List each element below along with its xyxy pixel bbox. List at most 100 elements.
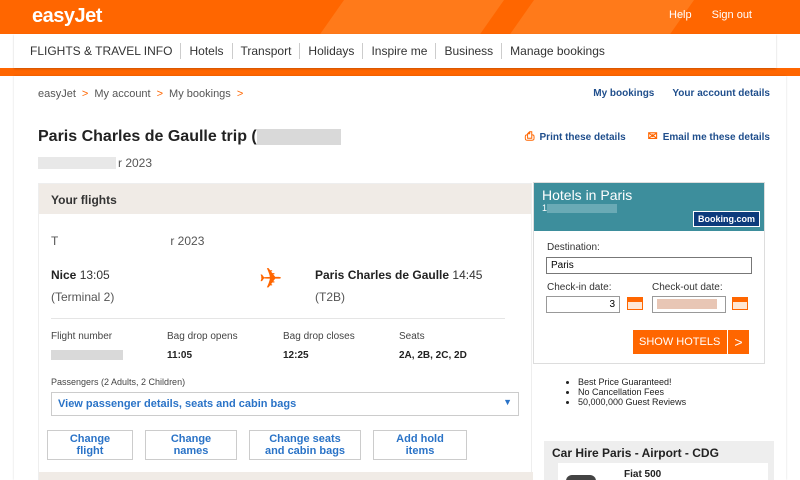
redacted-flight-number bbox=[51, 350, 123, 361]
departure-city: Nice bbox=[51, 268, 77, 282]
flights-heading: Your flights bbox=[39, 184, 531, 214]
departure: Nice 13:05 bbox=[51, 268, 110, 282]
breadcrumb: easyJet > My account > My bookings > bbox=[38, 88, 243, 100]
redacted-checkout-date bbox=[657, 299, 717, 310]
header-links: Help Sign out bbox=[669, 9, 752, 21]
nav-business[interactable]: Business bbox=[436, 43, 503, 59]
seats-col: Seats 2A, 2B, 2C, 2D bbox=[399, 331, 515, 362]
car-hire-title: Car Hire Paris - Airport - CDG bbox=[552, 446, 719, 460]
booking-actions: Change flight Change names Change seats … bbox=[47, 430, 467, 460]
flights-panel: Your flights T r 2023 Nice 13:05 (Termin… bbox=[38, 183, 533, 480]
calendar-icon[interactable] bbox=[627, 297, 643, 310]
nav-inspire-me[interactable]: Inspire me bbox=[363, 43, 437, 59]
divider bbox=[51, 318, 505, 319]
redacted-date bbox=[38, 157, 116, 169]
airplane-icon: ✈ bbox=[259, 263, 283, 294]
email-label: Email me these details bbox=[662, 132, 770, 143]
checkin-label: Check-in date: bbox=[547, 282, 612, 293]
nav-manage-bookings[interactable]: Manage bookings bbox=[502, 43, 613, 59]
benefit-item: Best Price Guaranteed! bbox=[578, 377, 686, 387]
change-seats-button[interactable]: Change seats and cabin bags bbox=[249, 430, 361, 460]
car-image bbox=[566, 475, 596, 480]
arrival-city: Paris Charles de Gaulle bbox=[315, 268, 450, 282]
show-hotels-label: SHOW HOTELS bbox=[639, 336, 721, 348]
account-links: My bookings Your account details bbox=[593, 88, 770, 99]
account-details-link[interactable]: Your account details bbox=[672, 88, 770, 99]
trip-date: r 2023 bbox=[38, 156, 152, 170]
help-link[interactable]: Help bbox=[669, 9, 692, 21]
print-link[interactable]: ⎙ Print these details bbox=[525, 129, 626, 144]
redacted-booking-ref bbox=[256, 128, 341, 145]
redacted-hotel-dates bbox=[547, 203, 618, 213]
nav-flights[interactable]: FLIGHTS & TRAVEL INFO bbox=[30, 43, 182, 59]
trip-date-text: r 2023 bbox=[118, 156, 153, 170]
car-model: Fiat 500 bbox=[624, 469, 662, 480]
seats-label: Seats bbox=[399, 331, 425, 342]
benefit-item: 50,000,000 Guest Reviews bbox=[578, 397, 686, 407]
trip-title-text: Paris Charles de Gaulle trip bbox=[38, 128, 247, 145]
breadcrumb-my-account[interactable]: My account bbox=[94, 88, 150, 100]
nav-holidays[interactable]: Holidays bbox=[300, 43, 364, 59]
checkin-input[interactable] bbox=[546, 296, 620, 313]
hotel-benefits: Best Price Guaranteed! No Cancellation F… bbox=[566, 377, 686, 407]
nav-transport[interactable]: Transport bbox=[233, 43, 301, 59]
main-content: easyJet > My account > My bookings > My … bbox=[14, 76, 786, 480]
chevron-right-icon: > bbox=[236, 88, 244, 100]
calendar-icon[interactable] bbox=[732, 297, 748, 310]
header-stripe bbox=[287, 0, 533, 34]
chevron-right-icon: > bbox=[81, 88, 89, 100]
passenger-details-label: View passenger details, seats and cabin … bbox=[58, 398, 297, 410]
arrival: Paris Charles de Gaulle 14:45 bbox=[315, 268, 482, 282]
page-title: Paris Charles de Gaulle trip ( bbox=[38, 128, 341, 146]
bag-drop-opens-label: Bag drop opens bbox=[167, 331, 238, 342]
checkout-input[interactable] bbox=[652, 296, 726, 313]
flight-number-label: Flight number bbox=[51, 331, 113, 342]
share-links: ⎙ Print these details ✉ Email me these det… bbox=[525, 129, 770, 144]
destination-label: Destination: bbox=[547, 242, 600, 253]
breadcrumb-easyjet[interactable]: easyJet bbox=[38, 88, 76, 100]
orange-band bbox=[0, 68, 800, 76]
arrival-time: 14:45 bbox=[452, 268, 483, 282]
hotels-title: Hotels in Paris bbox=[542, 187, 633, 203]
hotels-header: Hotels in Paris 1 Booking.com bbox=[534, 183, 764, 231]
flight-date: T r 2023 bbox=[51, 234, 204, 248]
booking-com-logo: Booking.com bbox=[692, 211, 760, 227]
top-bar: easyJet Help Sign out bbox=[0, 0, 800, 34]
car-hire-card[interactable]: Fiat 500 bbox=[558, 463, 768, 480]
car-hire-widget: Car Hire Paris - Airport - CDG Fiat 500 bbox=[544, 441, 774, 480]
benefit-item: No Cancellation Fees bbox=[578, 387, 686, 397]
departure-time: 13:05 bbox=[79, 268, 110, 282]
show-hotels-button[interactable]: SHOW HOTELS > bbox=[633, 330, 749, 354]
printer-icon: ⎙ bbox=[524, 129, 535, 143]
flight-info-grid: Flight number Bag drop opens 11:05 Bag d… bbox=[51, 331, 515, 362]
easyjet-logo[interactable]: easyJet bbox=[32, 5, 102, 28]
bag-drop-closes-col: Bag drop closes 12:25 bbox=[283, 331, 399, 362]
nav-hotels[interactable]: Hotels bbox=[181, 43, 233, 59]
next-section-strip bbox=[39, 472, 533, 480]
envelope-icon: ✉ bbox=[647, 129, 658, 143]
bag-drop-closes-label: Bag drop closes bbox=[283, 331, 355, 342]
bag-drop-opens-value: 11:05 bbox=[167, 350, 193, 361]
chevron-right-icon: > bbox=[156, 88, 164, 100]
print-label: Print these details bbox=[539, 132, 626, 143]
bag-drop-opens-col: Bag drop opens 11:05 bbox=[167, 331, 283, 362]
flight-date-suffix: r 2023 bbox=[170, 234, 205, 248]
passenger-details-dropdown[interactable]: View passenger details, seats and cabin … bbox=[51, 392, 519, 416]
add-hold-items-button[interactable]: Add hold items bbox=[373, 430, 467, 460]
destination-input[interactable] bbox=[546, 257, 752, 274]
departure-terminal: (Terminal 2) bbox=[51, 290, 115, 304]
breadcrumb-my-bookings[interactable]: My bookings bbox=[169, 88, 231, 100]
arrival-terminal: (T2B) bbox=[315, 290, 345, 304]
main-nav: FLIGHTS & TRAVEL INFO Hotels Transport H… bbox=[14, 34, 776, 68]
email-link[interactable]: ✉ Email me these details bbox=[648, 129, 770, 144]
redacted-flight-date bbox=[58, 235, 171, 247]
flight-number-col: Flight number bbox=[51, 331, 167, 362]
chevron-down-icon: ▼ bbox=[503, 397, 512, 407]
bag-drop-closes-value: 12:25 bbox=[283, 350, 309, 361]
change-flight-button[interactable]: Change flight bbox=[47, 430, 133, 460]
flight-number-value bbox=[51, 350, 167, 362]
flight-date-prefix: T bbox=[51, 234, 59, 248]
change-names-button[interactable]: Change names bbox=[145, 430, 237, 460]
my-bookings-link[interactable]: My bookings bbox=[593, 88, 654, 99]
sign-out-link[interactable]: Sign out bbox=[712, 9, 752, 21]
